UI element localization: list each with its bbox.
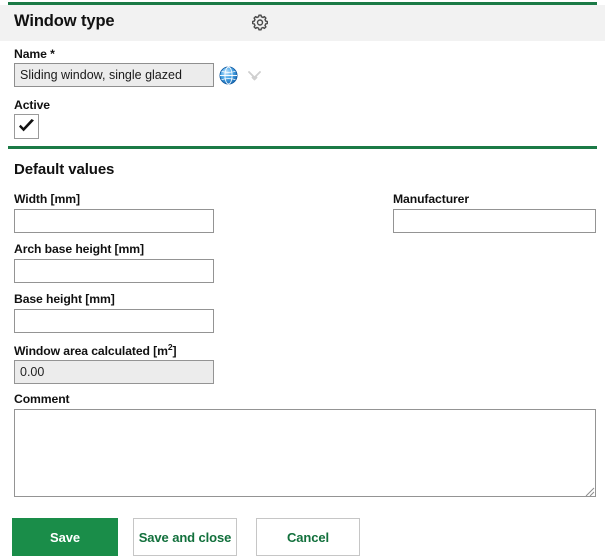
base-height-label: Base height [mm] [14, 292, 115, 306]
window-area-label-text: Window area calculated [m [14, 344, 168, 359]
globe-icon[interactable] [219, 66, 238, 85]
window-area-label: Window area calculated [m2] [14, 342, 177, 359]
default-values-title: Default values [14, 161, 115, 178]
chevron-down-icon[interactable] [246, 68, 263, 83]
manufacturer-input[interactable] [393, 209, 596, 233]
window-type-form: Window type Name * Sliding window, singl… [0, 0, 605, 560]
save-and-close-button[interactable]: Save and close [133, 518, 237, 556]
window-area-calculated-input [14, 360, 214, 384]
page-title: Window type [14, 12, 115, 30]
base-height-input[interactable] [14, 309, 214, 333]
active-checkbox[interactable] [14, 114, 39, 139]
comment-textarea[interactable] [14, 409, 596, 497]
width-label: Width [mm] [14, 192, 80, 206]
save-button[interactable]: Save [12, 518, 118, 556]
gear-icon[interactable] [248, 11, 272, 35]
section-divider [8, 146, 597, 149]
arch-base-height-input[interactable] [14, 259, 214, 283]
name-label: Name * [14, 47, 55, 61]
width-input[interactable] [14, 209, 214, 233]
comment-label: Comment [14, 392, 70, 406]
name-input[interactable] [14, 63, 214, 87]
manufacturer-label: Manufacturer [393, 192, 470, 206]
arch-base-height-label: Arch base height [mm] [14, 242, 144, 256]
cancel-button[interactable]: Cancel [256, 518, 360, 556]
active-label: Active [14, 98, 50, 112]
window-area-label-tail: ] [172, 344, 177, 359]
